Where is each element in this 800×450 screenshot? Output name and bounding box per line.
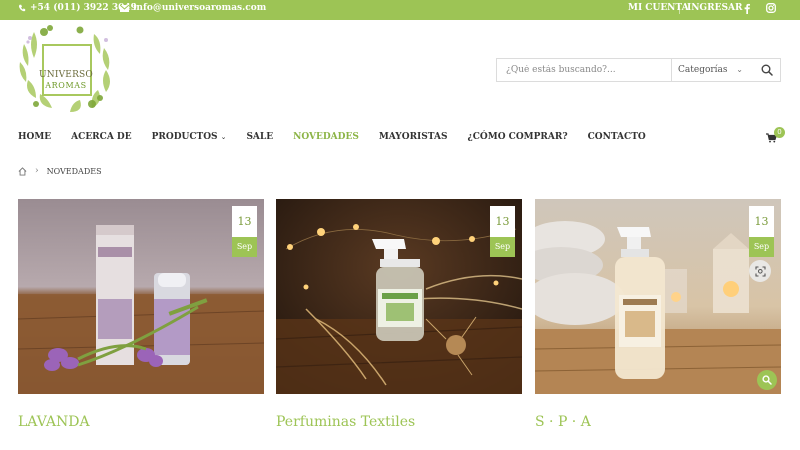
post-card: 13 Sep LAVANDA	[18, 199, 264, 430]
breadcrumb-separator: ›	[35, 166, 39, 176]
facebook-icon	[744, 3, 750, 14]
search-icon	[761, 64, 773, 76]
nav-mayoristas-label: MAYORISTAS	[378, 132, 448, 142]
category-select-label: Categorías	[678, 65, 728, 75]
topbar-email[interactable]: info@universoaromas.com	[120, 3, 266, 13]
chevron-down-icon: ⌄	[220, 133, 227, 141]
nav-home[interactable]: HOME	[18, 132, 51, 142]
post-title[interactable]: Perfuminas Textiles	[276, 414, 522, 430]
cart-count-badge: 0	[774, 127, 785, 138]
home-icon[interactable]	[18, 166, 27, 176]
post-image[interactable]: 13 Sep	[276, 199, 522, 394]
post-image-perfuminas	[276, 199, 522, 394]
post-title[interactable]: S · P · A	[535, 414, 781, 430]
nav-acerca-de-label: ACERCA DE	[71, 132, 132, 142]
nav-como-comprar-label: ¿CÓMO COMPRAR?	[467, 132, 568, 142]
phone-icon	[18, 4, 26, 12]
nav-contacto[interactable]: CONTACTO	[588, 132, 646, 142]
main-nav: HOME ACERCA DE PRODUCTOS ⌄ SALE NOVEDADES…	[18, 130, 666, 144]
search-icon	[762, 375, 772, 385]
nav-como-comprar[interactable]: ¿CÓMO COMPRAR?	[467, 132, 567, 142]
scan-icon	[754, 265, 766, 277]
facebook-link[interactable]	[744, 3, 750, 14]
post-image[interactable]: 13 Sep	[18, 199, 264, 394]
chevron-down-icon: ⌄	[736, 65, 743, 74]
search-input[interactable]	[497, 59, 670, 81]
email-address: info@universoaromas.com	[133, 3, 267, 13]
breadcrumb: › NOVEDADES	[18, 166, 102, 176]
nav-contacto-label: CONTACTO	[587, 132, 646, 142]
instagram-icon	[766, 3, 776, 13]
category-select[interactable]: Categorías ⌄	[671, 59, 751, 81]
nav-novedades[interactable]: NOVEDADES	[293, 132, 359, 142]
post-date-month: Sep	[490, 237, 515, 257]
nav-sale-label: SALE	[246, 132, 274, 142]
post-card: 13 Sep Perfuminas Textiles	[276, 199, 522, 430]
search-button[interactable]	[753, 59, 780, 81]
nav-productos-label: PRODUCTOS	[151, 132, 218, 142]
post-date-badge: 13 Sep	[232, 206, 257, 257]
cart-button[interactable]: 0	[766, 127, 786, 144]
nav-sale[interactable]: SALE	[246, 132, 273, 142]
nav-acerca-de[interactable]: ACERCA DE	[71, 132, 131, 142]
nav-productos[interactable]: PRODUCTOS ⌄	[152, 132, 227, 142]
post-date-day: 13	[232, 206, 257, 237]
post-image-lavanda	[18, 199, 264, 394]
nav-mayoristas[interactable]: MAYORISTAS	[379, 132, 448, 142]
logo-text-universo: UNIVERSO	[38, 70, 93, 80]
zoom-button[interactable]	[757, 370, 777, 390]
logo-text-aromas: AROMAS	[45, 81, 87, 90]
envelope-icon	[120, 4, 129, 12]
site-logo[interactable]: UNIVERSO AROMAS	[14, 24, 118, 116]
top-bar: +54 (011) 3922 3049 info@universoaromas.…	[0, 0, 800, 20]
post-date-day: 13	[490, 206, 515, 237]
post-date-month: Sep	[749, 237, 774, 257]
post-date-day: 13	[749, 206, 774, 237]
nav-novedades-label: NOVEDADES	[293, 132, 359, 142]
post-card: 13 Sep S · P · A	[535, 199, 781, 430]
post-title[interactable]: LAVANDA	[18, 414, 264, 430]
post-image[interactable]: 13 Sep	[535, 199, 781, 394]
post-date-month: Sep	[232, 237, 257, 257]
nav-home-label: HOME	[18, 132, 52, 142]
login-link[interactable]: INGRESAR	[687, 3, 742, 13]
breadcrumb-current: NOVEDADES	[46, 166, 102, 176]
post-date-badge: 13 Sep	[490, 206, 515, 257]
instagram-link[interactable]	[766, 3, 776, 13]
topbar-divider	[679, 5, 680, 14]
search-bar: Categorías ⌄	[496, 58, 781, 82]
post-image-spa	[535, 199, 781, 394]
post-date-badge: 13 Sep	[749, 206, 774, 257]
quick-view-button[interactable]	[749, 260, 771, 282]
